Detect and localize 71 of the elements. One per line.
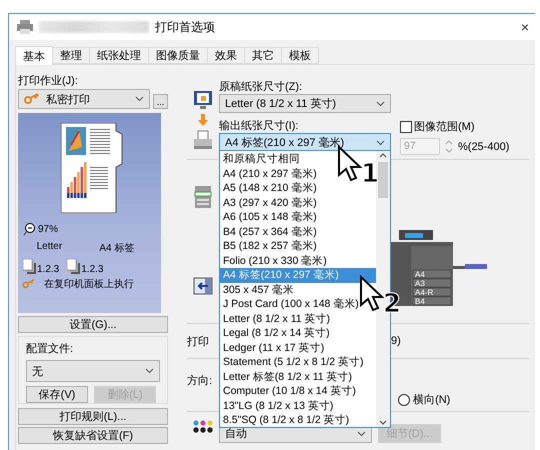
copies-range: 9) [391, 335, 401, 347]
field-label: 原稿纸张尺寸(Z): [219, 80, 304, 94]
paper-tray-icon [194, 186, 212, 208]
more-button[interactable]: ... [153, 94, 168, 109]
pages-icon [23, 259, 37, 275]
tab[interactable]: 图像质量 [148, 47, 208, 64]
scrollbar-thumb[interactable] [378, 162, 388, 198]
action-button[interactable]: 打印规则(L)... [18, 408, 168, 425]
profile-dropdown[interactable]: 无 [26, 360, 160, 382]
page-order: 1.2.3 [37, 264, 60, 275]
radio-label: 横向(N) [413, 393, 450, 407]
input-tray-icon [193, 276, 213, 296]
list-option[interactable]: Legal (8 1/2 x 14 英寸) [220, 326, 333, 340]
list-option[interactable]: A4 (210 x 297 毫米) [220, 166, 320, 181]
print-job-dropdown[interactable]: 私密打印 [18, 89, 150, 109]
pages-icon [67, 259, 82, 275]
caret-icon [376, 140, 385, 146]
close-button[interactable]: × [520, 19, 529, 35]
paper-size-label: A4 标签 [99, 242, 134, 255]
action-button[interactable]: 恢复缺省设置(F) [18, 427, 168, 444]
job-note: 在复印机面板上执行 [44, 278, 134, 291]
list-option[interactable]: 13"LG (8 1/2 x 13 英寸) [220, 398, 336, 413]
key-icon [24, 93, 40, 105]
list-option[interactable]: Folio (210 x 330 毫米) [220, 254, 330, 268]
list-option[interactable]: 305 x 457 毫米 [220, 282, 298, 297]
key-icon [22, 279, 36, 289]
group-label: 配置文件: [26, 342, 74, 356]
list-option[interactable]: Computer (10 1/8 x 14 英寸) [220, 384, 359, 398]
list-option[interactable]: 和原稿尺寸相同 [220, 152, 303, 166]
caret-icon [357, 430, 366, 436]
radio-button[interactable] [398, 394, 410, 406]
list-option[interactable]: A3 (297 x 420 毫米) [220, 196, 320, 210]
list-option[interactable]: B5 (182 x 257 毫米) [220, 239, 320, 254]
original-size-dropdown[interactable]: Letter (8 1/2 x 11 英寸) [219, 94, 391, 113]
paper-size-label: Letter [36, 241, 62, 254]
arrow-down-icon [197, 114, 209, 126]
printer-icon [193, 130, 213, 150]
tab[interactable]: 其它 [244, 47, 282, 64]
caret-icon [135, 96, 144, 102]
pointer-icon [359, 275, 385, 313]
list-option[interactable]: A6 (105 x 148 毫米) [220, 210, 320, 224]
range-label: %(25-400) [458, 140, 510, 152]
list-option[interactable]: Ledger (11 x 17 英寸) [220, 340, 328, 355]
list-option[interactable]: B4 (257 x 364 毫米) [220, 224, 320, 239]
monitor-icon [193, 90, 213, 110]
copies-label: 打印 [187, 334, 209, 348]
page-order: 1.2.3 [81, 264, 104, 275]
printer-icon [17, 20, 33, 34]
tab[interactable]: 模板 [281, 47, 319, 64]
list-option[interactable]: J Post Card (100 x 148 毫米) [220, 297, 362, 312]
list-option[interactable]: Letter (8 1/2 x 11 英寸) [220, 312, 334, 326]
zoom-level: 97% [38, 224, 58, 235]
list-option[interactable]: A5 (148 x 210 毫米) [220, 181, 320, 196]
settings-button[interactable]: 设置(G)... [18, 316, 168, 333]
spinner-arrows-icon [444, 138, 454, 155]
tab[interactable]: 效果 [207, 47, 245, 64]
tab[interactable]: 基本 [15, 46, 53, 65]
window-title: 打印首选项 [155, 18, 215, 36]
field-label: 打印作业(J): [18, 74, 79, 88]
profile-button[interactable]: 保存(V) [26, 386, 88, 403]
color-dots-icon [193, 420, 213, 434]
field-label: 方向: [187, 374, 212, 389]
list-option[interactable]: Statement (5 1/2 x 8 1/2 英寸) [220, 355, 366, 370]
zoom-out-icon [23, 223, 35, 236]
checkbox-label: 图像范围(M) [414, 120, 474, 134]
caret-icon [376, 100, 385, 106]
field-label: 输出纸张尺寸(I): [219, 119, 300, 133]
caret-icon [145, 368, 154, 374]
tab[interactable]: 整理 [52, 47, 90, 64]
tab[interactable]: 纸张处理 [89, 47, 149, 64]
list-option[interactable]: Letter 标签(8 1/2 x 11 英寸) [220, 370, 356, 384]
